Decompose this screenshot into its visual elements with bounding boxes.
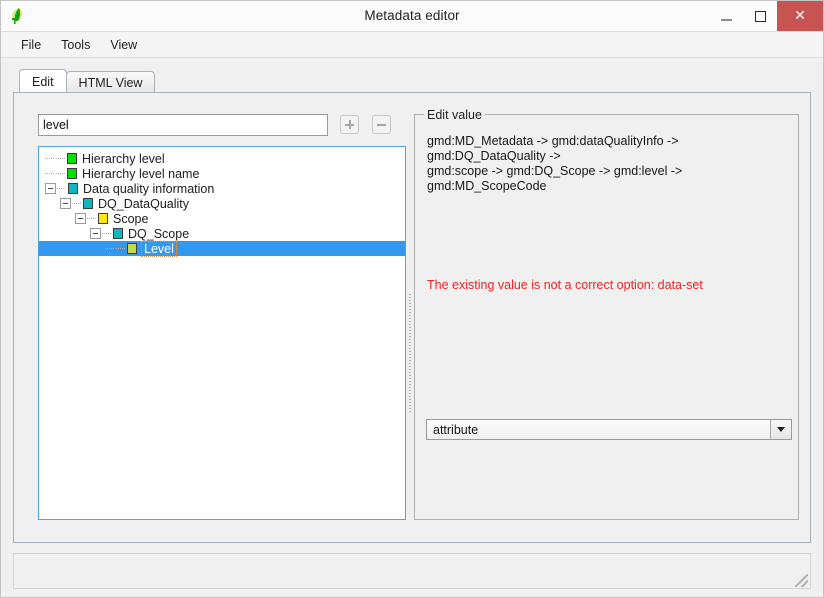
tree-indent <box>39 226 90 241</box>
tab-edit[interactable]: Edit <box>19 69 67 92</box>
menu-item-view[interactable]: View <box>100 35 147 55</box>
tree-connector-icon <box>116 248 126 249</box>
value-dropdown-toggle[interactable] <box>770 420 791 439</box>
tab-strip: Edit HTML View <box>19 70 823 92</box>
node-type-icon <box>127 243 137 254</box>
node-type-icon <box>68 183 78 194</box>
element-path-line-1: gmd:MD_Metadata -> gmd:dataQualityInfo -… <box>427 134 784 164</box>
collapse-icon[interactable] <box>90 228 101 239</box>
tree-connector-icon <box>45 158 55 159</box>
minimize-icon <box>721 19 732 21</box>
tree-node[interactable]: DQ_DataQuality <box>39 196 405 211</box>
tab-panel-edit: Hierarchy levelHierarchy level nameData … <box>13 92 811 543</box>
edit-value-pane: Edit value gmd:MD_Metadata -> gmd:dataQu… <box>414 114 799 520</box>
node-type-icon <box>67 168 77 179</box>
tree-node-label: Hierarchy level name <box>82 167 199 181</box>
plus-icon-vertical <box>349 120 351 129</box>
node-type-icon <box>67 153 77 164</box>
element-path-line-2: gmd:scope -> gmd:DQ_Scope -> gmd:level -… <box>427 164 784 194</box>
window-controls: ✕ <box>709 1 823 31</box>
tree-indent <box>39 241 105 256</box>
window-title: Metadata editor <box>1 8 823 23</box>
node-type-icon <box>113 228 123 239</box>
tree-indent <box>39 196 60 211</box>
tree-connector-icon <box>87 218 97 219</box>
tree-pane: Hierarchy levelHierarchy level nameData … <box>38 114 406 520</box>
maximize-icon <box>755 11 766 22</box>
collapse-icon[interactable] <box>75 213 86 224</box>
tree-connector-icon <box>72 203 82 204</box>
status-bar <box>13 553 811 589</box>
tree-node[interactable]: DQ_Scope <box>39 226 405 241</box>
chevron-down-icon <box>777 427 785 432</box>
tree-node-label: Level <box>142 242 176 256</box>
title-bar: Metadata editor ✕ <box>1 1 823 32</box>
node-type-icon <box>98 213 108 224</box>
menu-item-file[interactable]: File <box>11 35 51 55</box>
tree-node-label: Scope <box>113 212 148 226</box>
tree-connector-icon <box>57 188 67 189</box>
tree-node-label: DQ_Scope <box>128 227 189 241</box>
collapse-icon[interactable] <box>60 198 71 209</box>
menu-item-tools[interactable]: Tools <box>51 35 100 55</box>
tree-node[interactable]: Hierarchy level name <box>39 166 405 181</box>
tree-node[interactable]: Level <box>39 241 405 256</box>
minus-icon <box>377 124 386 126</box>
search-input[interactable] <box>38 114 328 136</box>
tree-connector-icon <box>56 158 66 159</box>
tree-node-label: Data quality information <box>83 182 214 196</box>
menu-bar: File Tools View <box>1 32 823 58</box>
resize-grip-icon[interactable] <box>795 574 808 587</box>
remove-button[interactable] <box>372 115 391 134</box>
tree-node[interactable]: Scope <box>39 211 405 226</box>
tree-node-list: Hierarchy levelHierarchy level nameData … <box>39 147 405 256</box>
edit-value-groupbox: Edit value gmd:MD_Metadata -> gmd:dataQu… <box>414 114 799 520</box>
tree-node-label: DQ_DataQuality <box>98 197 189 211</box>
validation-error-message: The existing value is not a correct opti… <box>427 278 786 292</box>
metadata-tree[interactable]: Hierarchy levelHierarchy level nameData … <box>38 146 406 520</box>
tree-connector-icon <box>45 173 55 174</box>
collapse-icon[interactable] <box>45 183 56 194</box>
pane-splitter[interactable] <box>407 114 412 520</box>
tab-html-view[interactable]: HTML View <box>66 71 156 92</box>
add-button[interactable] <box>340 115 359 134</box>
tree-connector-icon <box>102 233 112 234</box>
tree-indent <box>39 211 75 226</box>
search-row <box>38 114 406 138</box>
tree-connector-icon <box>105 248 115 249</box>
edit-value-title: Edit value <box>424 108 485 122</box>
tree-node[interactable]: Hierarchy level <box>39 151 405 166</box>
tree-node[interactable]: Data quality information <box>39 181 405 196</box>
node-type-icon <box>83 198 93 209</box>
close-button[interactable]: ✕ <box>777 1 823 31</box>
maximize-button[interactable] <box>743 1 777 31</box>
application-window: Metadata editor ✕ File Tools View Edit H… <box>0 0 824 598</box>
tree-node-label: Hierarchy level <box>82 152 165 166</box>
layout-spacer <box>1 543 823 553</box>
tree-connector-icon <box>56 173 66 174</box>
splitter-grip-icon <box>409 294 411 414</box>
value-dropdown-selected: attribute <box>427 423 770 437</box>
close-icon: ✕ <box>794 9 806 23</box>
minimize-button[interactable] <box>709 1 743 31</box>
element-path: gmd:MD_Metadata -> gmd:dataQualityInfo -… <box>427 134 784 194</box>
value-dropdown[interactable]: attribute <box>426 419 792 440</box>
